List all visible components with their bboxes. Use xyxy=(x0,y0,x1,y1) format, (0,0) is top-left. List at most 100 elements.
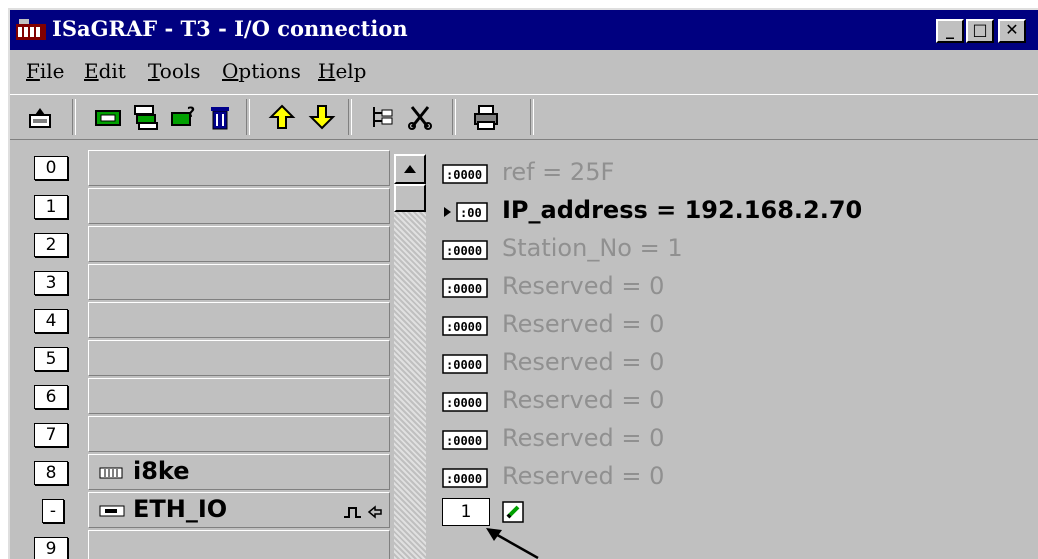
move-down-icon[interactable] xyxy=(308,103,336,131)
svg-text::0000: :0000 xyxy=(446,244,482,258)
svg-text:?: ? xyxy=(187,105,195,121)
delete-icon[interactable] xyxy=(206,103,234,131)
menu-tools-label: ools xyxy=(159,59,201,83)
slot-label: i8ke xyxy=(133,457,190,485)
scroll-up-arrow-icon xyxy=(404,165,416,173)
menu-tools[interactable]: Tools xyxy=(148,59,201,83)
maximize-button[interactable]: □ xyxy=(966,19,994,43)
slot-number[interactable]: - xyxy=(42,499,64,523)
output-direction-icon xyxy=(344,505,382,519)
slot-number[interactable]: 8 xyxy=(34,461,68,485)
slot-number[interactable]: 3 xyxy=(34,271,68,295)
print-icon[interactable] xyxy=(472,103,500,131)
io-connection-window: ISaGRAF - T3 - I/O connection _ □ ✕ File… xyxy=(8,8,1038,559)
tree-icon[interactable] xyxy=(368,103,396,131)
slot-row-eth-io[interactable]: ETH_IO xyxy=(88,492,390,528)
slot-number[interactable]: 7 xyxy=(34,423,68,447)
io-board-icon xyxy=(99,505,125,517)
svg-text::00: :00 xyxy=(460,206,482,220)
menu-file[interactable]: File xyxy=(26,59,65,83)
cut-icon[interactable] xyxy=(406,103,434,131)
svg-text::0000: :0000 xyxy=(446,472,482,486)
param-value-icon: :0000 xyxy=(442,316,488,336)
param-text: Reserved = 0 xyxy=(502,386,665,414)
toolbar-separator xyxy=(530,99,534,135)
channel-number[interactable]: 1 xyxy=(442,498,490,526)
slot-number[interactable]: 6 xyxy=(34,385,68,409)
svg-text::0000: :0000 xyxy=(446,434,482,448)
menu-file-mnemonic: F xyxy=(26,59,40,83)
slot-row[interactable] xyxy=(88,530,390,559)
menu-edit-mnemonic: E xyxy=(84,59,99,83)
isagraf-app-icon[interactable] xyxy=(16,18,46,42)
slot-row[interactable] xyxy=(88,340,390,376)
param-value-icon: :0000 xyxy=(442,354,488,374)
menu-file-label: ile xyxy=(39,59,65,83)
param-text: Reserved = 0 xyxy=(502,424,665,452)
slot-row[interactable] xyxy=(88,302,390,338)
menu-bar: File Edit Tools Options Help xyxy=(10,52,1038,90)
param-value-icon: :0000 xyxy=(442,164,488,184)
param-value-icon: :0000 xyxy=(442,430,488,450)
menu-help-label: elp xyxy=(335,59,367,83)
selection-caret-icon xyxy=(444,207,451,217)
menu-options-mnemonic: O xyxy=(222,59,239,83)
param-value-icon: :0000 xyxy=(442,278,488,298)
title-bar[interactable]: ISaGRAF - T3 - I/O connection _ □ ✕ xyxy=(10,10,1038,50)
menu-edit[interactable]: Edit xyxy=(84,59,126,83)
toolbar-separator xyxy=(452,99,456,135)
toolbar-separator xyxy=(72,99,76,135)
menu-help[interactable]: Help xyxy=(318,59,367,83)
param-text: Reserved = 0 xyxy=(502,310,665,338)
slot-number[interactable]: 5 xyxy=(34,347,68,371)
toolbar-separator xyxy=(348,99,352,135)
menu-edit-label: dit xyxy=(98,59,126,83)
minimize-button[interactable]: _ xyxy=(936,19,964,43)
slot-row[interactable] xyxy=(88,378,390,414)
svg-text::0000: :0000 xyxy=(446,396,482,410)
slot-row[interactable] xyxy=(88,150,390,186)
menu-options-label: ptions xyxy=(238,59,301,83)
param-value-icon: :0000 xyxy=(442,468,488,488)
param-value-icon: :0000 xyxy=(442,240,488,260)
toolbar: ? xyxy=(10,94,1038,140)
board-icon xyxy=(99,467,123,479)
param-text: Reserved = 0 xyxy=(502,272,665,300)
vertical-scrollbar[interactable] xyxy=(394,154,426,559)
window-title: ISaGRAF - T3 - I/O connection xyxy=(52,16,408,41)
virtual-board-icon[interactable]: ? xyxy=(170,103,198,131)
param-value-icon: :00 xyxy=(456,202,488,222)
slot-number[interactable]: 2 xyxy=(34,233,68,257)
param-text: Reserved = 0 xyxy=(502,462,665,490)
param-text: ref = 25F xyxy=(502,158,615,186)
param-text: IP_address = 192.168.2.70 xyxy=(502,196,863,224)
slot-row[interactable] xyxy=(88,264,390,300)
slot-row-i8ke[interactable]: i8ke xyxy=(88,454,390,490)
menu-tools-mnemonic: T xyxy=(148,59,160,83)
svg-text::0000: :0000 xyxy=(446,358,482,372)
slot-number[interactable]: 9 xyxy=(34,537,68,559)
param-text: Station_No = 1 xyxy=(502,234,683,262)
scroll-up-button[interactable] xyxy=(394,154,426,184)
svg-text::0000: :0000 xyxy=(446,320,482,334)
edit-pencil-icon[interactable] xyxy=(502,501,524,523)
move-up-icon[interactable] xyxy=(268,103,296,131)
param-text: Reserved = 0 xyxy=(502,348,665,376)
close-button[interactable]: ✕ xyxy=(998,19,1026,43)
scroll-thumb[interactable] xyxy=(394,184,426,212)
slot-number[interactable]: 4 xyxy=(34,309,68,333)
pointer-arrow-icon xyxy=(486,528,539,559)
slot-row[interactable] xyxy=(88,188,390,224)
board-params-icon[interactable] xyxy=(132,103,160,131)
slot-label: ETH_IO xyxy=(133,495,228,523)
slot-row[interactable] xyxy=(88,226,390,262)
slot-row[interactable] xyxy=(88,416,390,452)
svg-text::0000: :0000 xyxy=(446,168,482,182)
slot-number[interactable]: 0 xyxy=(34,156,68,180)
open-board-icon[interactable] xyxy=(26,103,54,131)
menu-help-mnemonic: H xyxy=(318,59,336,83)
set-board-icon[interactable] xyxy=(94,103,122,131)
param-value-icon: :0000 xyxy=(442,392,488,412)
slot-number[interactable]: 1 xyxy=(34,195,68,219)
menu-options[interactable]: Options xyxy=(222,59,301,83)
